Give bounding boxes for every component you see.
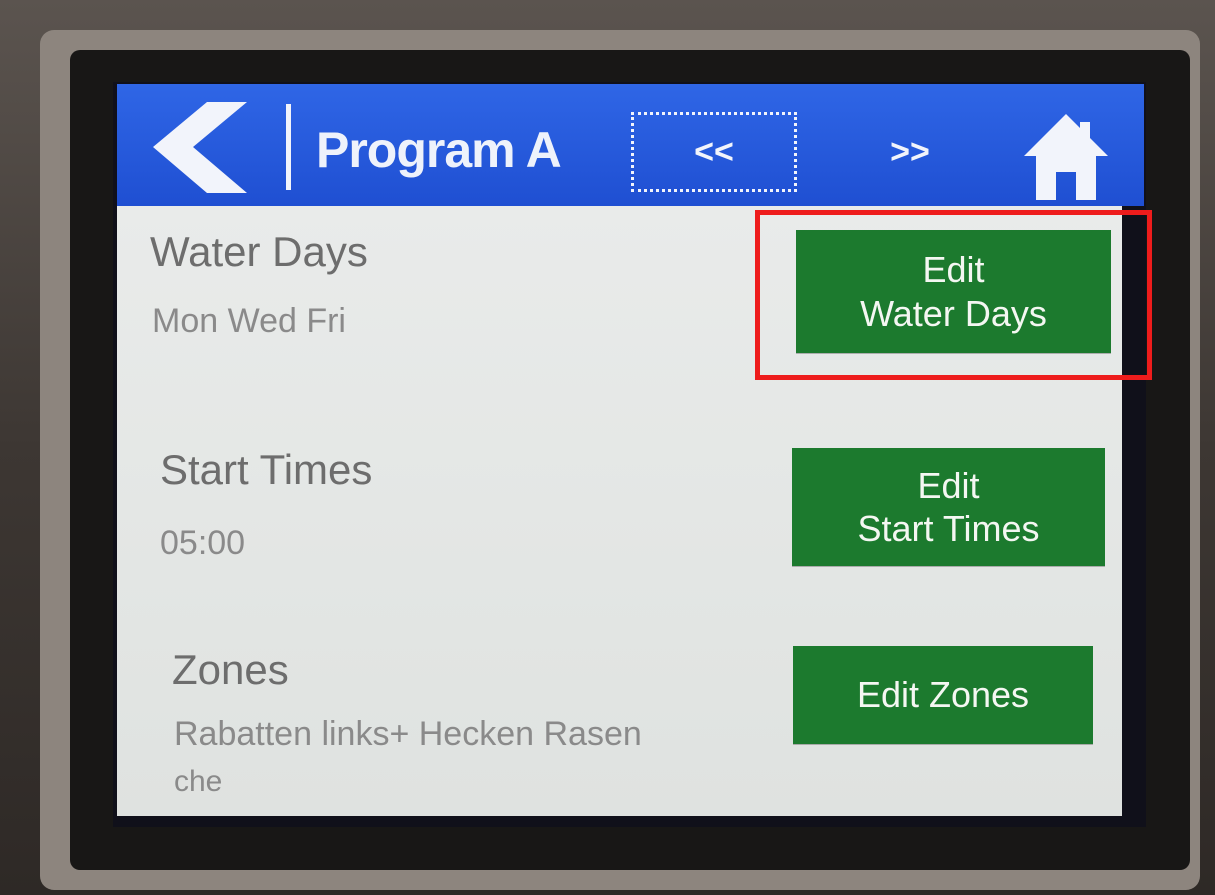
edit-start-times-button[interactable]: Edit Start Times [792,448,1105,566]
header-divider [286,104,291,190]
chevron-left-icon [153,102,247,193]
zones-label: Zones [172,646,289,693]
edit-start-times-line1: Edit [917,464,980,506]
home-button[interactable] [1018,110,1114,202]
water-days-value: Mon Wed Fri [152,302,346,340]
home-icon [1024,114,1108,200]
edit-start-times-line2: Start Times [857,508,1040,549]
edit-water-days-line2: Water Days [860,292,1047,334]
previous-program-button[interactable]: << [631,112,797,192]
edit-zones-button[interactable]: Edit Zones [793,646,1093,744]
back-button[interactable] [145,100,255,195]
page-title: Program A [316,122,562,178]
zones-value-line2: che [174,765,223,798]
edit-water-days-line1: Edit [922,249,985,291]
edit-water-days-button[interactable]: Edit Water Days [796,230,1111,353]
water-days-label: Water Days [150,228,368,275]
zones-value-line1: Rabatten links+ Hecken Rasen [174,715,642,753]
start-times-label: Start Times [160,446,373,493]
next-program-button[interactable]: >> [845,112,975,192]
start-times-value: 05:00 [160,524,246,562]
